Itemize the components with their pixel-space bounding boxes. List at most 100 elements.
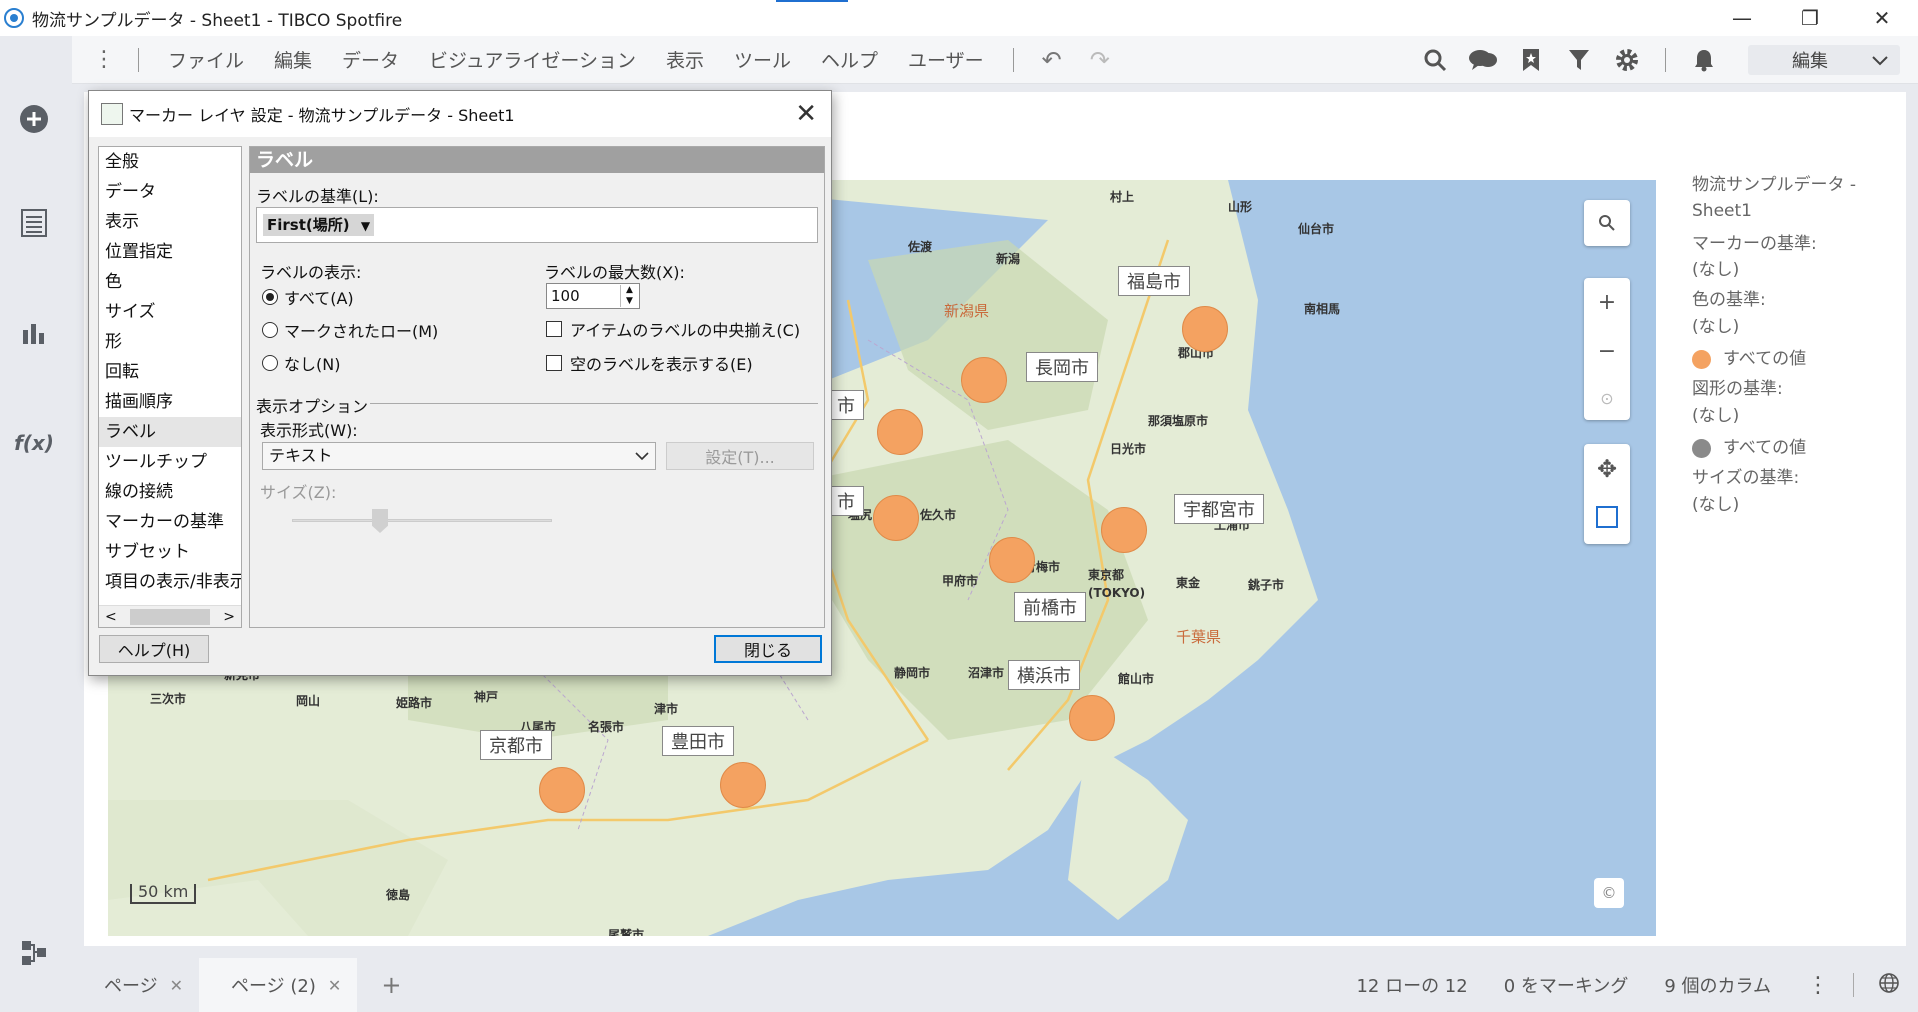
rectangle-select-icon[interactable]	[1595, 505, 1619, 533]
data-table-icon[interactable]	[17, 206, 51, 240]
map-marker[interactable]	[961, 357, 1007, 403]
legend-color-item[interactable]: すべての値	[1692, 346, 1892, 372]
spinner-arrows-icon[interactable]: ▲ ▼	[620, 285, 638, 307]
map-marker[interactable]	[1069, 695, 1115, 741]
label-basis-field[interactable]: First(場所) ▼	[256, 207, 818, 243]
close-tab-icon[interactable]: ✕	[170, 976, 183, 995]
radio-none[interactable]: なし(N)	[262, 351, 340, 375]
settings-nav-item[interactable]: 形	[99, 327, 241, 357]
menu-file[interactable]: ファイル	[168, 46, 244, 73]
edit-mode-dropdown[interactable]: 編集	[1748, 45, 1900, 75]
legend-size-basis-label[interactable]: サイズの基準:	[1692, 465, 1892, 491]
help-button[interactable]: ヘルプ(H)	[99, 635, 209, 663]
settings-nav-item[interactable]: サイズ	[99, 297, 241, 327]
data-flow-icon[interactable]	[17, 936, 51, 970]
map-city-label[interactable]: 前橋市	[1014, 592, 1086, 622]
gear-icon[interactable]	[1612, 45, 1642, 75]
filter-icon[interactable]	[1564, 45, 1594, 75]
map-marker[interactable]	[720, 762, 766, 808]
legend-shape-basis-label[interactable]: 図形の基準:	[1692, 376, 1892, 402]
max-labels-value[interactable]: 100	[551, 287, 580, 305]
map-marker[interactable]	[1182, 306, 1228, 352]
menu-edit[interactable]: 編集	[274, 46, 312, 73]
radio-all-indicator[interactable]	[262, 289, 278, 305]
settings-nav-item[interactable]: 描画順序	[99, 387, 241, 417]
map-marker[interactable]	[1101, 507, 1147, 553]
map-marker[interactable]	[539, 767, 585, 813]
nav-horizontal-scrollbar[interactable]: < >	[99, 605, 241, 627]
format-select[interactable]: テキスト	[262, 442, 656, 470]
settings-nav-item[interactable]: 位置指定	[99, 237, 241, 267]
close-window-button[interactable]: ✕	[1852, 0, 1912, 36]
settings-nav-item[interactable]: 項目の表示/非表示	[99, 567, 241, 597]
notification-bell-icon[interactable]	[1689, 45, 1719, 75]
close-tab-icon[interactable]: ✕	[328, 976, 341, 995]
settings-nav-item[interactable]: 表示	[99, 207, 241, 237]
radio-none-indicator[interactable]	[262, 355, 278, 371]
legend-marker-basis-label[interactable]: マーカーの基準:	[1692, 231, 1892, 257]
scroll-right-icon[interactable]: >	[223, 609, 235, 625]
menu-view[interactable]: 表示	[666, 46, 704, 73]
bar-chart-icon[interactable]	[17, 316, 51, 350]
menu-help[interactable]: ヘルプ	[821, 46, 878, 73]
map-city-label[interactable]: 宇都宮市	[1174, 494, 1264, 524]
globe-icon[interactable]	[1878, 972, 1900, 999]
map-city-label[interactable]: 豊田市	[662, 726, 734, 756]
legend-color-basis-label[interactable]: 色の基準:	[1692, 287, 1892, 313]
minimize-button[interactable]: —	[1712, 0, 1772, 36]
add-page-button[interactable]: +	[381, 971, 401, 999]
scroll-left-icon[interactable]: <	[105, 609, 117, 625]
map-city-label[interactable]: 長岡市	[1026, 352, 1098, 382]
zoom-in-icon[interactable]: +	[1598, 290, 1616, 315]
copyright-button[interactable]: ©	[1594, 878, 1624, 908]
radio-all[interactable]: すべて(A)	[262, 285, 354, 309]
close-button[interactable]: 閉じる	[714, 635, 822, 663]
map-city-label[interactable]: 横浜市	[1008, 660, 1080, 690]
page-tab-1[interactable]: ページ ✕	[72, 958, 199, 1012]
map-marker[interactable]	[873, 495, 919, 541]
settings-nav-item[interactable]: 回転	[99, 357, 241, 387]
empty-labels-checkbox[interactable]: 空のラベルを表示する(E)	[546, 351, 753, 375]
label-basis-chip[interactable]: First(場所) ▼	[263, 214, 375, 236]
settings-nav-item[interactable]: 色	[99, 267, 241, 297]
radio-marked-indicator[interactable]	[262, 322, 278, 338]
settings-nav-item[interactable]: データ	[99, 177, 241, 207]
map-city-label[interactable]: 市	[828, 486, 864, 516]
map-marker[interactable]	[989, 537, 1035, 583]
comments-icon[interactable]	[1468, 45, 1498, 75]
settings-nav-item[interactable]: ラベル	[99, 417, 241, 447]
map-city-label[interactable]: 福島市	[1118, 266, 1190, 296]
formula-icon[interactable]: f(x)	[14, 426, 54, 460]
search-icon[interactable]	[1420, 45, 1450, 75]
undo-icon[interactable]: ↶	[1042, 46, 1062, 74]
bookmark-icon[interactable]	[1516, 45, 1546, 75]
center-labels-box[interactable]	[546, 321, 562, 337]
restore-button[interactable]: ❐	[1780, 0, 1840, 36]
pan-icon[interactable]: ✥	[1597, 455, 1617, 483]
center-labels-checkbox[interactable]: アイテムのラベルの中央揃え(C)	[546, 317, 800, 341]
radio-marked[interactable]: マークされたロー(M)	[262, 318, 438, 342]
chip-dropdown-icon[interactable]: ▼	[361, 219, 370, 233]
page-tab-2[interactable]: ページ (2) ✕	[199, 958, 358, 1012]
zoom-out-icon[interactable]: −	[1598, 339, 1616, 364]
menu-visualization[interactable]: ビジュアライゼーション	[429, 46, 636, 73]
settings-nav-item[interactable]: マーカーの基準	[99, 507, 241, 537]
max-labels-spinner[interactable]: 100 ▲ ▼	[546, 283, 640, 309]
map-city-label[interactable]: 京都市	[480, 730, 552, 760]
empty-labels-box[interactable]	[546, 355, 562, 371]
scroll-thumb[interactable]	[130, 608, 210, 625]
map-marker[interactable]	[877, 409, 923, 455]
menu-tools[interactable]: ツール	[734, 46, 791, 73]
add-icon[interactable]	[17, 102, 51, 136]
settings-nav-item[interactable]: 全般	[99, 147, 241, 177]
menu-user[interactable]: ユーザー	[908, 46, 984, 73]
settings-nav-item[interactable]: 線の接続	[99, 477, 241, 507]
settings-nav-item[interactable]: サブセット	[99, 537, 241, 567]
settings-nav-item[interactable]: ツールチップ	[99, 447, 241, 477]
more-menu-icon[interactable]: ⋮	[84, 47, 124, 72]
map-city-label[interactable]: 市	[828, 390, 864, 420]
map-search-button[interactable]	[1584, 200, 1630, 246]
dialog-close-icon[interactable]: ✕	[795, 99, 817, 129]
more-options-icon[interactable]: ⋮	[1807, 973, 1829, 998]
legend-shape-item[interactable]: すべての値	[1692, 435, 1892, 461]
